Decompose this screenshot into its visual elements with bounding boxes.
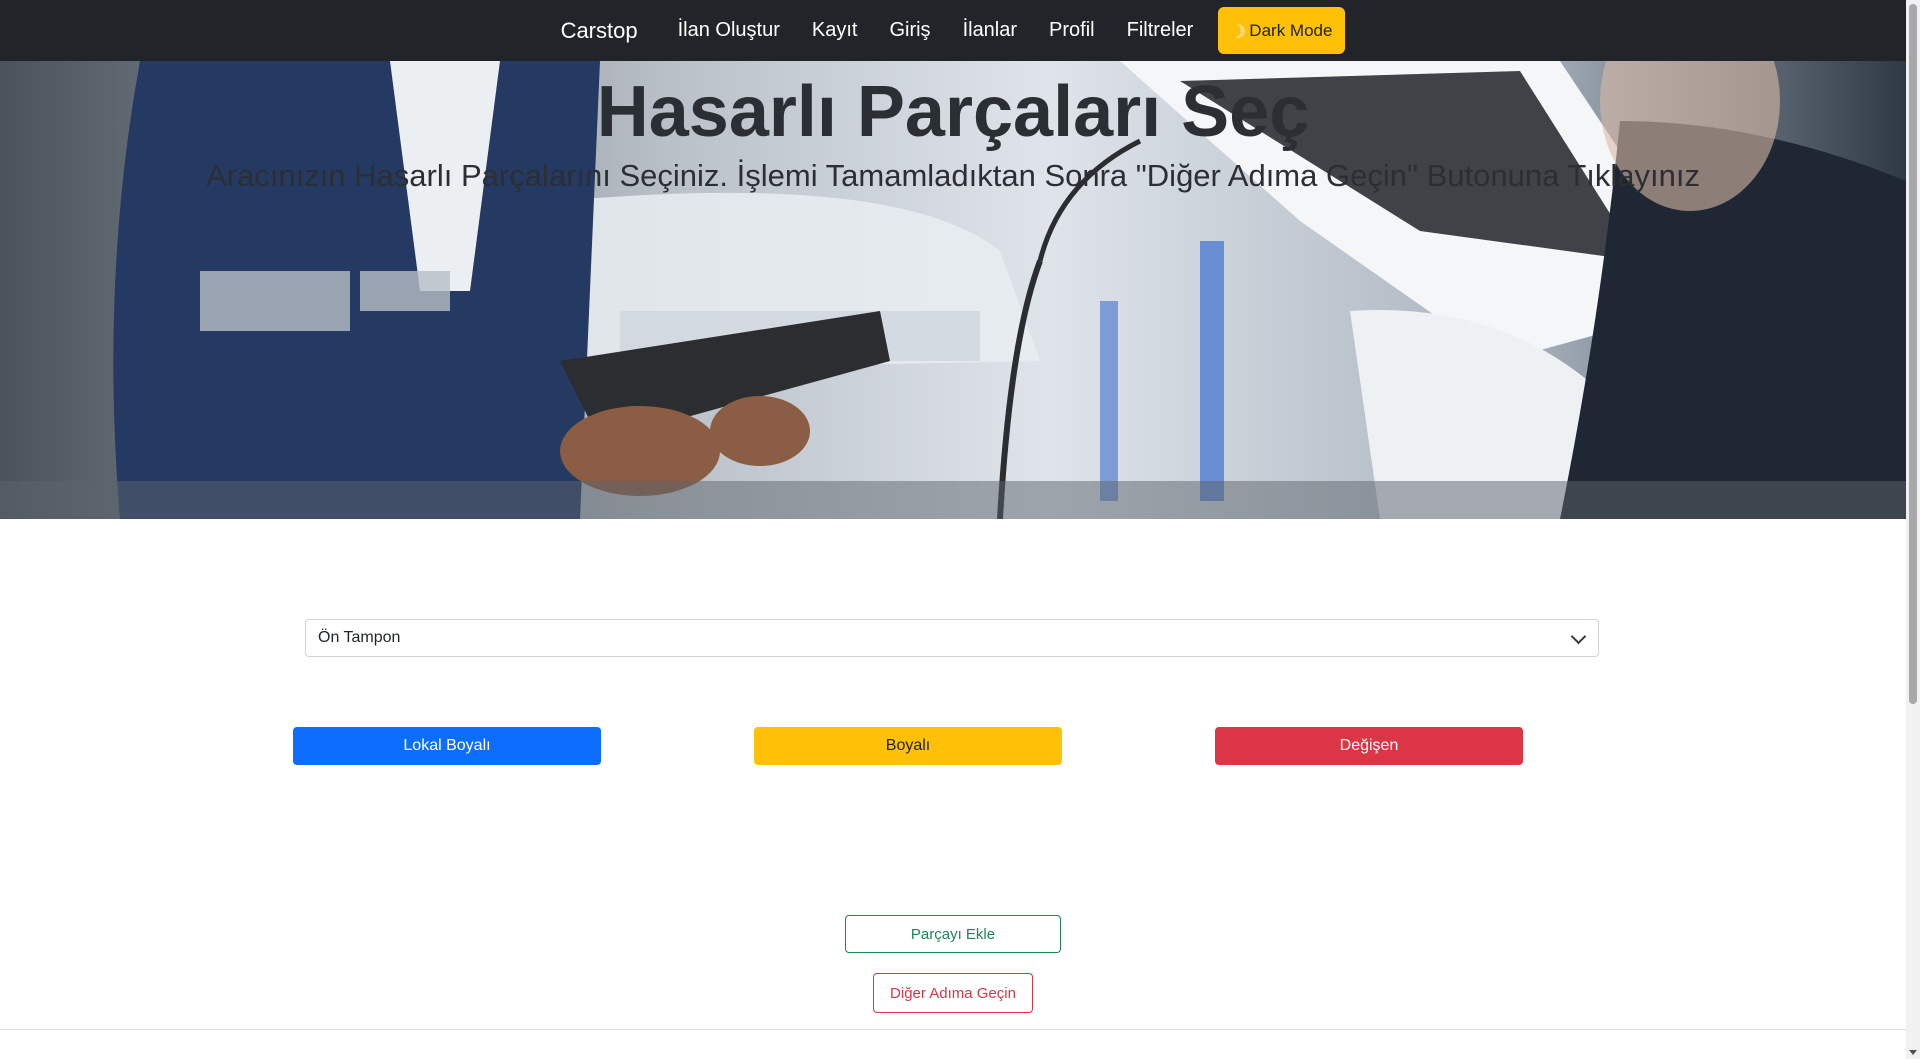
chevron-down-icon	[1570, 628, 1587, 645]
nav-link-filtreler[interactable]: Filtreler	[1111, 19, 1210, 42]
nav-link-ilan-olustur[interactable]: İlan Oluştur	[662, 19, 796, 42]
dark-mode-button[interactable]: Dark Mode	[1218, 7, 1346, 54]
damaged-part-select-value: Ön Tampon	[318, 629, 401, 646]
lokal-boyali-button[interactable]: Lokal Boyalı	[293, 727, 601, 765]
top-navbar: Carstop İlan Oluştur Kayıt Giriş İlanlar…	[0, 0, 1906, 61]
boyali-button[interactable]: Boyalı	[754, 727, 1062, 765]
add-part-button[interactable]: Parçayı Ekle	[845, 915, 1061, 953]
nav-link-kayit[interactable]: Kayıt	[796, 19, 874, 42]
damaged-part-select[interactable]: Ön Tampon	[305, 619, 1599, 657]
scrollbar-thumb[interactable]	[1909, 4, 1917, 704]
hero-subtitle: Aracınızın Hasarlı Parçalarını Seçiniz. …	[205, 158, 1701, 193]
scroll-down-arrow-icon[interactable]	[1909, 1050, 1917, 1055]
next-step-button[interactable]: Diğer Adıma Geçin	[873, 973, 1033, 1013]
hero-banner: Hasarlı Parçaları Seç Aracınızın Hasarlı…	[0, 61, 1906, 519]
navbar-items: Carstop İlan Oluştur Kayıt Giriş İlanlar…	[561, 7, 1346, 54]
nav-link-giris[interactable]: Giriş	[873, 19, 946, 42]
brand-link[interactable]: Carstop	[561, 18, 638, 44]
nav-link-ilanlar[interactable]: İlanlar	[947, 19, 1033, 42]
nav-link-profil[interactable]: Profil	[1033, 19, 1111, 42]
footer-divider	[0, 1029, 1906, 1030]
moon-icon	[1229, 22, 1247, 40]
degisen-button[interactable]: Değişen	[1215, 727, 1523, 765]
hero-title: Hasarlı Parçaları Seç	[596, 72, 1310, 152]
dark-mode-label: Dark Mode	[1249, 20, 1333, 40]
page-scrollbar[interactable]	[1906, 0, 1920, 1059]
